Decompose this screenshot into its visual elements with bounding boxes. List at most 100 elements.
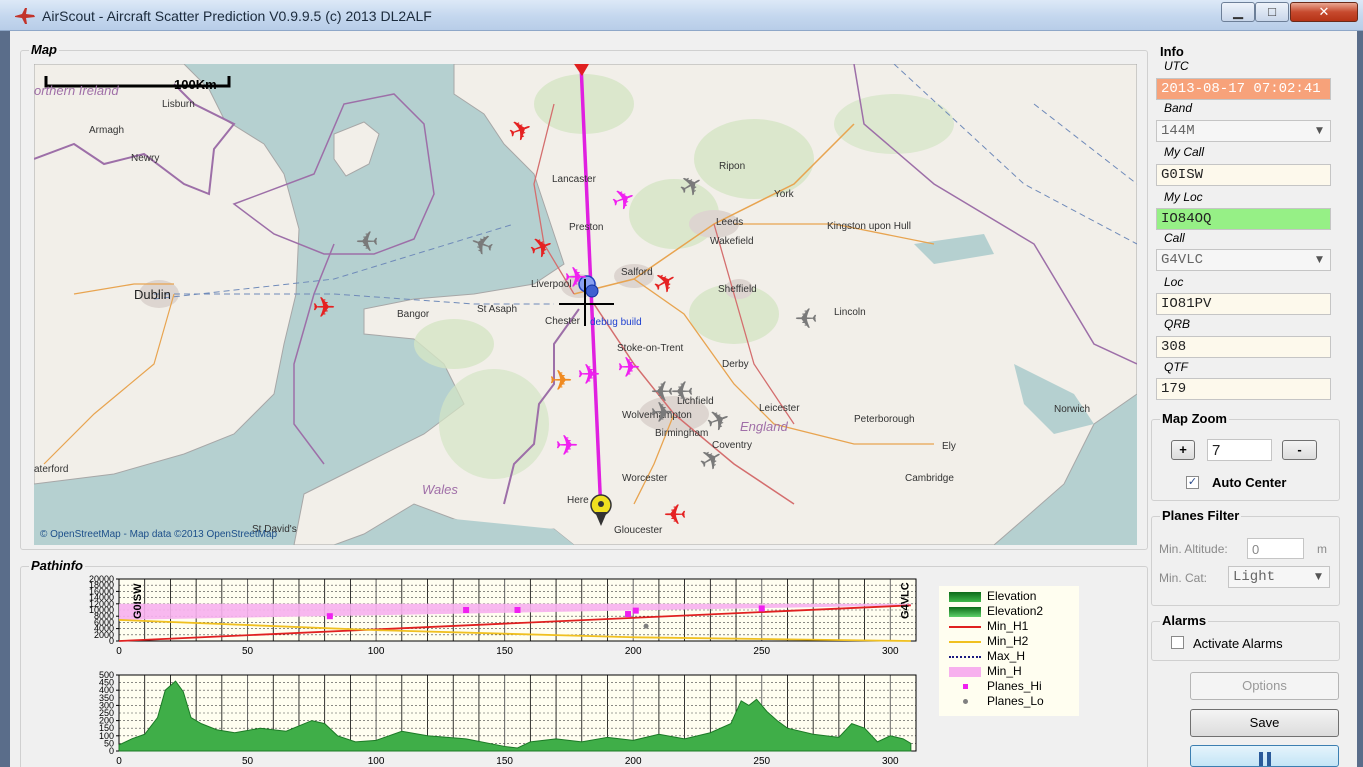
place-ely: Ely — [942, 441, 956, 452]
utc-field: 2013-08-17 07:02:41 — [1156, 78, 1331, 100]
loc-field[interactable]: IO81PV — [1156, 293, 1331, 315]
place-preston: Preston — [569, 222, 604, 233]
call-combo[interactable]: G4VLC ▼ — [1156, 249, 1331, 271]
place-leeds: Leeds — [716, 217, 744, 228]
x-tick-label: 250 — [753, 756, 770, 767]
map-canvas — [34, 64, 1137, 545]
plane-icon[interactable]: ✈ — [647, 399, 677, 429]
band-label: Band — [1164, 101, 1193, 115]
plane-icon[interactable]: ✈ — [552, 432, 582, 462]
place-waterford: aterford — [34, 464, 69, 475]
auto-center-label: Auto Center — [1212, 475, 1287, 490]
place-wakefield: Wakefield — [710, 236, 754, 247]
minimize-button[interactable]: ▁ — [1221, 2, 1255, 22]
play-pause-button[interactable] — [1190, 745, 1339, 767]
utc-label: UTC — [1164, 59, 1189, 73]
x-tick-label: 300 — [882, 646, 899, 657]
info-group-title: Info — [1158, 44, 1186, 59]
plane-hi-point — [632, 607, 639, 614]
legend-swatch — [949, 607, 981, 617]
planes-filter-group: Planes Filter Min. Altitude: 0 m Min. Ca… — [1151, 508, 1340, 606]
place-newry: Newry — [131, 153, 160, 164]
call-value: G4VLC — [1161, 252, 1204, 268]
legend-label: Elevation2 — [987, 604, 1044, 618]
plane-hi-point — [758, 605, 765, 612]
place-sheffield: Sheffield — [718, 284, 757, 295]
place-birmingham: Birmingham — [655, 428, 709, 439]
y-tick-label: 450 — [99, 678, 114, 688]
zoom-in-button[interactable]: + — [1171, 440, 1195, 460]
min-altitude-unit: m — [1317, 542, 1327, 556]
legend-swatch — [949, 641, 981, 643]
zoom-value-field[interactable]: 7 — [1207, 439, 1272, 461]
title-bar[interactable]: AirScout - Aircraft Scatter Prediction V… — [0, 0, 1363, 31]
band-combo[interactable]: 144M ▼ — [1156, 120, 1331, 142]
plane-hi-point — [463, 607, 470, 613]
zoom-out-button[interactable]: - — [1282, 440, 1317, 460]
qrb-field: 308 — [1156, 336, 1331, 358]
x-tick-label: 100 — [368, 646, 385, 657]
options-button[interactable]: Options — [1190, 672, 1339, 700]
min-cat-combo[interactable]: Light ▼ — [1228, 566, 1330, 588]
activate-alarms-label: Activate Alarms — [1193, 636, 1283, 651]
legend-swatch — [949, 667, 981, 677]
plane-icon[interactable]: ✈ — [561, 264, 591, 294]
legend-label: Min_H2 — [987, 634, 1029, 648]
airscout-logo-icon — [15, 8, 35, 24]
plane-icon[interactable]: ✈ — [574, 361, 604, 391]
place-york: York — [774, 189, 794, 200]
auto-center-checkbox[interactable]: ✓ — [1186, 476, 1199, 489]
plane-icon[interactable]: ✈ — [309, 294, 339, 324]
plane-icon[interactable]: ✈ — [352, 224, 382, 256]
alarms-group: Alarms Activate Alarms — [1151, 613, 1340, 661]
map-group: Map 100Km orthern Ireland Lisburn Armagh… — [20, 42, 1148, 550]
x-tick-label: 100 — [368, 756, 385, 767]
place-kingston: Kingston upon Hull — [827, 221, 911, 232]
plane-icon[interactable]: ✈ — [614, 354, 644, 384]
close-button[interactable]: ✕ — [1290, 2, 1358, 22]
place-derby: Derby — [722, 359, 749, 370]
elevation-chart[interactable]: 0 50 100 150 200 250 3000100200300400500501502… — [51, 671, 921, 767]
info-group: Info UTC 2013-08-17 07:02:41 Band 144M ▼… — [1150, 44, 1340, 405]
x-tick-label: 150 — [496, 646, 513, 657]
map-group-title: Map — [29, 42, 59, 57]
place-northern-ireland: orthern Ireland — [34, 83, 119, 98]
maximize-button[interactable]: □ — [1255, 2, 1289, 22]
call-label: Call — [1164, 231, 1185, 245]
path-height-chart[interactable]: 0 50 100 150 200 250 3000400080001200016000200… — [51, 575, 921, 657]
place-chester: Chester — [545, 316, 581, 327]
min-altitude-field[interactable]: 0 — [1247, 538, 1304, 559]
legend-swatch — [963, 699, 968, 704]
legend-swatch — [949, 626, 981, 628]
plane-hi-point — [326, 613, 333, 620]
legend-label: Planes_Lo — [987, 694, 1044, 708]
place-ripon: Ripon — [719, 161, 746, 172]
chevron-down-icon: ▼ — [1315, 572, 1322, 582]
x-tick-label: 0 — [116, 756, 122, 767]
y-tick-label: 150 — [99, 723, 114, 733]
legend-label: Min_H1 — [987, 619, 1029, 633]
place-dublin: Dublin — [134, 287, 171, 302]
place-armagh: Armagh — [89, 125, 125, 136]
y-tick-label: 50 — [104, 738, 114, 748]
mycall-field[interactable]: G0ISW — [1156, 164, 1331, 186]
pause-icon — [1258, 752, 1271, 766]
place-hereford: Here — [567, 495, 589, 506]
activate-alarms-checkbox[interactable] — [1171, 636, 1184, 649]
save-button[interactable]: Save — [1190, 709, 1339, 737]
alarms-title: Alarms — [1160, 613, 1209, 628]
min-cat-label: Min. Cat: — [1159, 571, 1208, 585]
plane-icon[interactable]: ✈ — [546, 367, 576, 397]
myloc-label: My Loc — [1164, 190, 1203, 204]
qrb-label: QRB — [1164, 317, 1191, 331]
y-tick-label: 6000 — [94, 617, 114, 627]
x-tick-label: 300 — [882, 756, 899, 767]
plane-icon[interactable]: ✈ — [660, 497, 690, 529]
map-zoom-group: Map Zoom + 7 - ✓ Auto Center — [1151, 411, 1340, 501]
place-leicester: Leicester — [759, 403, 800, 414]
min-cat-value: Light — [1233, 569, 1276, 585]
plane-icon[interactable]: ✈ — [791, 301, 821, 333]
myloc-field[interactable]: IO84OQ — [1156, 208, 1331, 230]
place-gloucester: Gloucester — [614, 525, 663, 536]
map-view[interactable]: 100Km orthern Ireland Lisburn Armagh New… — [34, 64, 1137, 545]
